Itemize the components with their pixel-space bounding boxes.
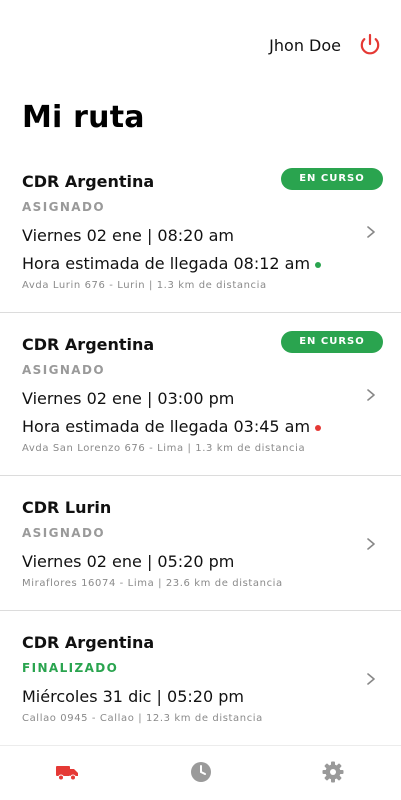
- clock-icon[interactable]: [189, 760, 213, 784]
- route-datetime: Miércoles 31 dic | 05:20 pm: [22, 687, 244, 706]
- power-icon[interactable]: [358, 33, 382, 57]
- route-address: Avda Lurin 676 - Lurin | 1.3 km de dista…: [22, 280, 267, 291]
- gear-icon[interactable]: [321, 760, 345, 784]
- route-address: Miraflores 16074 - Lima | 23.6 km de dis…: [22, 578, 283, 589]
- route-card[interactable]: CDR Argentina EN CURSO ASIGNADO Viernes …: [0, 313, 401, 476]
- header: Jhon Doe: [0, 0, 401, 90]
- chevron-right-icon[interactable]: [365, 389, 377, 401]
- route-status: ASIGNADO: [22, 363, 105, 377]
- route-eta-row: Hora estimada de llegada 08:12 am: [22, 254, 322, 273]
- route-list: CDR Argentina EN CURSO ASIGNADO Viernes …: [0, 150, 401, 747]
- page-title: Mi ruta: [22, 100, 145, 135]
- route-status: ASIGNADO: [22, 200, 105, 214]
- route-status: FINALIZADO: [22, 661, 119, 675]
- route-name: CDR Argentina: [22, 335, 155, 354]
- route-status: ASIGNADO: [22, 526, 105, 540]
- eta-status-dot: [315, 261, 322, 268]
- route-name: CDR Argentina: [22, 633, 155, 652]
- route-name: CDR Lurin: [22, 498, 112, 517]
- route-datetime: Viernes 02 ene | 05:20 pm: [22, 552, 235, 571]
- chevron-right-icon[interactable]: [365, 538, 377, 550]
- route-card[interactable]: CDR Lurin ASIGNADO Viernes 02 ene | 05:2…: [0, 476, 401, 611]
- tab-bar: [0, 745, 401, 800]
- route-eta-row: Hora estimada de llegada 03:45 am: [22, 417, 322, 436]
- eta-status-dot: [315, 424, 322, 431]
- route-address: Avda San Lorenzo 676 - Lima | 1.3 km de …: [22, 443, 306, 454]
- chevron-right-icon[interactable]: [365, 673, 377, 685]
- user-name[interactable]: Jhon Doe: [269, 36, 341, 55]
- route-eta: Hora estimada de llegada 08:12 am: [22, 254, 311, 273]
- truck-icon[interactable]: [55, 760, 79, 784]
- route-card[interactable]: CDR Argentina EN CURSO ASIGNADO Viernes …: [0, 150, 401, 313]
- route-datetime: Viernes 02 ene | 03:00 pm: [22, 389, 235, 408]
- status-badge: EN CURSO: [281, 331, 383, 353]
- route-address: Callao 0945 - Callao | 12.3 km de distan…: [22, 713, 263, 724]
- route-eta: Hora estimada de llegada 03:45 am: [22, 417, 311, 436]
- chevron-right-icon[interactable]: [365, 226, 377, 238]
- route-card[interactable]: CDR Argentina FINALIZADO Miércoles 31 di…: [0, 611, 401, 747]
- route-datetime: Viernes 02 ene | 08:20 am: [22, 226, 235, 245]
- status-badge: EN CURSO: [281, 168, 383, 190]
- route-name: CDR Argentina: [22, 172, 155, 191]
